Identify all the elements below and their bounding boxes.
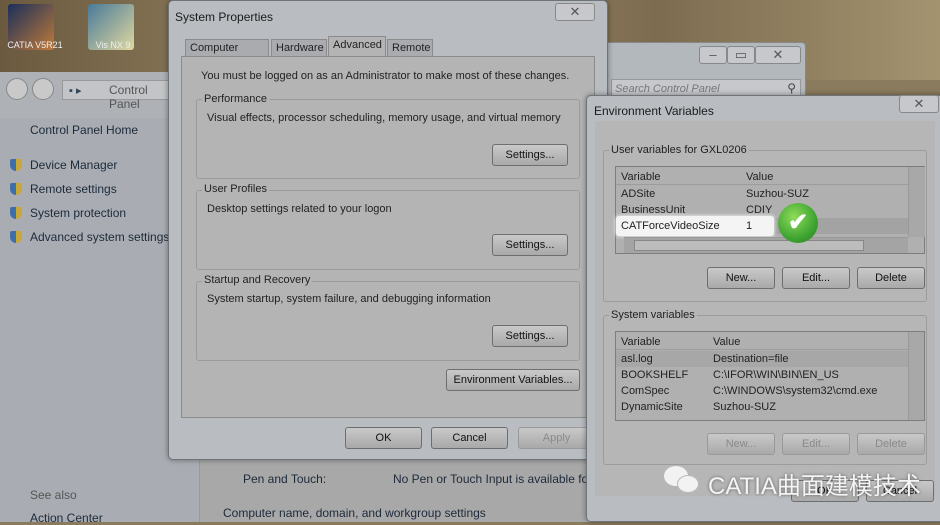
pen-touch-label: Pen and Touch: xyxy=(243,472,327,486)
vertical-scrollbar[interactable] xyxy=(908,332,924,420)
variable-name: asl.log xyxy=(621,353,653,365)
variable-name: BOOKSHELF xyxy=(621,369,689,381)
close-button[interactable]: ✕ xyxy=(755,46,801,64)
group-label: Performance xyxy=(202,93,269,105)
check-icon: ✔ xyxy=(778,203,818,243)
user-variables-label: User variables for GXL0206 xyxy=(609,144,749,156)
performance-settings-button[interactable]: Settings... xyxy=(492,144,568,166)
variable-value: Suzhou-SUZ xyxy=(746,188,809,200)
horizontal-scrollbar[interactable] xyxy=(624,237,908,253)
dialog-title: Environment Variables xyxy=(594,104,714,118)
user-delete-button[interactable]: Delete xyxy=(857,267,925,289)
system-properties-dialog: System Properties ✕ Computer Name Hardwa… xyxy=(168,0,608,460)
variable-name: CATForceVideoSize xyxy=(621,220,720,232)
search-placeholder: Search Control Panel xyxy=(615,83,720,95)
user-profiles-group xyxy=(196,190,580,270)
column-header-value[interactable]: Value xyxy=(713,334,740,350)
user-new-button[interactable]: New... xyxy=(707,267,775,289)
vertical-scrollbar[interactable] xyxy=(908,167,925,237)
variable-value: Suzhou-SUZ xyxy=(713,401,776,413)
control-panel-titlebar: – ▭ ✕ Search Control Panel ⚲ xyxy=(586,42,806,102)
table-row[interactable]: DynamicSite Suzhou-SUZ xyxy=(616,399,908,415)
nav-remote-settings[interactable]: Remote settings xyxy=(30,182,117,196)
system-delete-button[interactable]: Delete xyxy=(857,433,925,455)
column-header-variable[interactable]: Variable xyxy=(621,169,661,185)
nav-device-manager[interactable]: Device Manager xyxy=(30,158,117,172)
nav-advanced-settings[interactable]: Advanced system settings xyxy=(30,230,169,244)
user-variables-list[interactable]: Variable Value ADSite Suzhou-SUZ Busines… xyxy=(615,166,925,254)
system-new-button[interactable]: New... xyxy=(707,433,775,455)
close-button[interactable]: ✕ xyxy=(899,95,939,113)
performance-group xyxy=(196,99,580,179)
breadcrumb[interactable]: Control Panel xyxy=(109,83,171,111)
group-desc: System startup, system failure, and debu… xyxy=(207,293,491,305)
scrollbar-thumb[interactable] xyxy=(634,240,864,251)
column-header-variable[interactable]: Variable xyxy=(621,334,661,350)
group-desc: Visual effects, processor scheduling, me… xyxy=(207,112,561,124)
apply-button[interactable]: Apply xyxy=(518,427,595,449)
tab-hardware[interactable]: Hardware xyxy=(271,39,327,57)
computer-icon: ▪ ▸ xyxy=(69,85,82,97)
admin-note: You must be logged on as an Administrato… xyxy=(201,70,570,82)
variable-value: C:\WINDOWS\system32\cmd.exe xyxy=(713,385,878,397)
variable-value: Destination=file xyxy=(713,353,789,365)
desktop-icon-label: Vis NX 9 xyxy=(95,40,131,50)
minimize-button[interactable]: – xyxy=(699,46,727,64)
startup-settings-button[interactable]: Settings... xyxy=(492,325,568,347)
address-bar[interactable]: ▪ ▸ Control Panel xyxy=(62,80,172,111)
list-header: Variable Value xyxy=(616,169,908,185)
shield-icon xyxy=(10,231,22,243)
search-icon: ⚲ xyxy=(787,81,796,95)
variable-name: ComSpec xyxy=(621,385,670,397)
shield-icon xyxy=(10,207,22,219)
table-row[interactable]: asl.log Destination=file xyxy=(616,351,908,367)
table-row[interactable]: ADSite Suzhou-SUZ xyxy=(616,186,908,202)
dialog-title: System Properties xyxy=(175,10,274,24)
group-label: Startup and Recovery xyxy=(202,274,313,286)
tab-computer-name[interactable]: Computer Name xyxy=(185,39,269,70)
variable-value: 1 xyxy=(746,220,753,232)
back-button[interactable] xyxy=(6,78,28,100)
pen-touch-value: No Pen or Touch Input is available fo xyxy=(393,472,589,486)
variable-name: ADSite xyxy=(621,188,656,200)
list-header: Variable Value xyxy=(616,334,908,350)
environment-variables-button[interactable]: Environment Variables... xyxy=(446,369,580,391)
nav-system-protection[interactable]: System protection xyxy=(30,206,126,220)
tab-advanced[interactable]: Advanced xyxy=(328,36,386,57)
advanced-tab-panel: You must be logged on as an Administrato… xyxy=(181,56,595,418)
forward-button[interactable] xyxy=(32,78,54,100)
desktop-icon-label: CATIA V5R21 xyxy=(7,40,63,50)
table-row[interactable]: ComSpec C:\WINDOWS\system32\cmd.exe xyxy=(616,383,908,399)
group-desc: Desktop settings related to your logon xyxy=(207,203,392,215)
table-row[interactable]: BOOKSHELF C:\IFOR\WIN\BIN\EN_US xyxy=(616,367,908,383)
table-row-selected[interactable]: CATForceVideoSize 1 xyxy=(616,216,908,236)
wechat-logo-icon xyxy=(664,466,702,496)
tab-remote[interactable]: Remote xyxy=(387,39,433,57)
nav-home-link[interactable]: Control Panel Home xyxy=(30,123,138,137)
system-variables-label: System variables xyxy=(609,309,697,321)
watermark-text: CATIA曲面建模技术 xyxy=(708,473,921,500)
ok-button[interactable]: OK xyxy=(345,427,422,449)
group-label: User Profiles xyxy=(202,183,269,195)
user-edit-button[interactable]: Edit... xyxy=(782,267,850,289)
environment-variables-dialog: Environment Variables ✕ User variables f… xyxy=(586,95,940,522)
variable-name: DynamicSite xyxy=(621,401,683,413)
maximize-button[interactable]: ▭ xyxy=(727,46,755,64)
cancel-button[interactable]: Cancel xyxy=(431,427,508,449)
system-variables-list[interactable]: Variable Value asl.log Destination=file … xyxy=(615,331,925,421)
system-edit-button[interactable]: Edit... xyxy=(782,433,850,455)
section-heading: Computer name, domain, and workgroup set… xyxy=(223,506,486,520)
nav-action-center[interactable]: Action Center xyxy=(30,511,103,525)
shield-icon xyxy=(10,159,22,171)
variable-value: C:\IFOR\WIN\BIN\EN_US xyxy=(713,369,839,381)
column-header-value[interactable]: Value xyxy=(746,169,773,185)
close-button[interactable]: ✕ xyxy=(555,3,595,21)
user-profiles-settings-button[interactable]: Settings... xyxy=(492,234,568,256)
shield-icon xyxy=(10,183,22,195)
see-also-heading: See also xyxy=(30,488,77,502)
